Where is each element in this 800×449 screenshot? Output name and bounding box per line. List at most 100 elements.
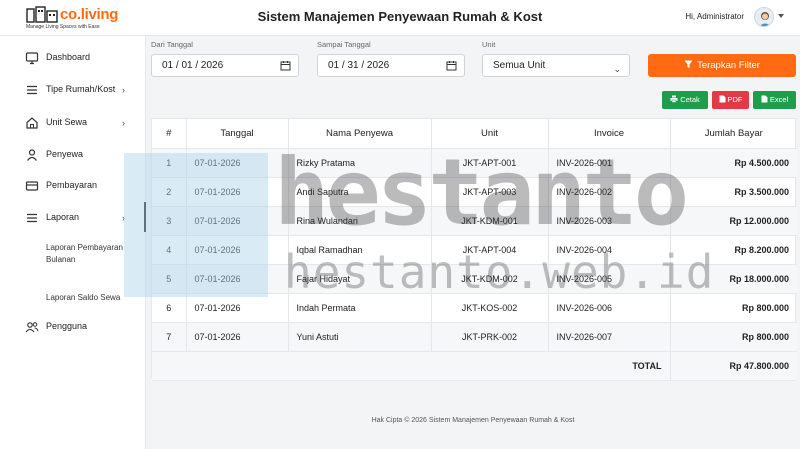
column-header-no: # xyxy=(152,119,187,149)
column-header-tenant: Nama Penyewa xyxy=(288,119,432,149)
cell-amount: Rp 800.000 xyxy=(670,322,797,352)
column-header-invoice: Invoice xyxy=(548,119,671,149)
calendar-icon[interactable] xyxy=(280,60,291,71)
unit-select-value: Semua Unit xyxy=(493,60,546,71)
sidebar: Dashboard Tipe Rumah/Kost › Unit Sewa › … xyxy=(0,36,146,449)
cell-date: 07-01-2026 xyxy=(186,322,289,352)
cell-invoice: INV-2026-003 xyxy=(548,206,671,236)
cell-amount: Rp 800.000 xyxy=(670,293,797,323)
cell-no: 1 xyxy=(152,148,187,178)
cell-tenant: Fajar Hidayat xyxy=(288,264,432,294)
apply-filter-label: Terapkan Filter xyxy=(697,60,760,71)
user-icon xyxy=(27,149,37,161)
cell-unit: JKT-KOS-002 xyxy=(431,293,549,323)
cell-no: 2 xyxy=(152,177,187,207)
sidebar-item-pengguna[interactable]: Pengguna xyxy=(0,315,146,339)
table-header-row: # Tanggal Nama Penyewa Unit Invoice Juml… xyxy=(152,119,797,149)
from-date-value: 01 / 01 / 2026 xyxy=(162,60,224,71)
sidebar-item-label: Pembayaran xyxy=(46,180,98,190)
sidebar-item-label: Unit Sewa xyxy=(46,117,88,127)
pdf-button[interactable]: PDF xyxy=(712,91,749,109)
chevron-right-icon: › xyxy=(122,213,125,223)
table-total-row: TOTAL Rp 47.800.000 xyxy=(152,351,797,381)
print-button[interactable]: Cetak xyxy=(662,91,708,109)
active-indicator xyxy=(144,202,146,232)
cell-no: 4 xyxy=(152,235,187,265)
cell-date: 07-01-2026 xyxy=(186,293,289,323)
user-greeting: Hi, Administrator xyxy=(685,12,744,21)
page-title: Sistem Manajemen Penyewaan Rumah & Kost xyxy=(257,9,543,24)
cell-date: 07-01-2026 xyxy=(186,235,289,265)
sidebar-subitem-laporan-saldo[interactable]: Laporan Saldo Sewa xyxy=(46,292,120,304)
cell-tenant: Rizky Pratama xyxy=(288,148,432,178)
sidebar-item-label: Laporan xyxy=(46,212,80,222)
cell-unit: JKT-APT-001 xyxy=(431,148,549,178)
cell-amount: Rp 4.500.000 xyxy=(670,148,797,178)
calendar-icon[interactable] xyxy=(446,60,457,71)
chevron-right-icon: › xyxy=(122,85,125,95)
to-date-value: 01 / 31 / 2026 xyxy=(328,60,390,71)
table-row: 6 07-01-2026 Indah Permata JKT-KOS-002 I… xyxy=(152,293,797,323)
unit-select[interactable]: Semua Unit ⌄ xyxy=(482,54,630,77)
users-icon xyxy=(25,322,39,333)
sidebar-item-laporan[interactable]: Laporan › xyxy=(0,206,146,230)
cell-date: 07-01-2026 xyxy=(186,148,289,178)
credit-card-icon xyxy=(25,181,39,191)
cell-tenant: Iqbal Ramadhan xyxy=(288,235,432,265)
to-date-input[interactable]: 01 / 31 / 2026 xyxy=(317,54,465,77)
cell-invoice: INV-2026-006 xyxy=(548,293,671,323)
from-date-label: Dari Tanggal xyxy=(151,40,193,49)
excel-label: Excel xyxy=(769,95,789,104)
file-excel-icon xyxy=(761,95,768,103)
home-icon xyxy=(26,117,38,129)
cell-invoice: INV-2026-001 xyxy=(548,148,671,178)
cell-tenant: Rina Wulandari xyxy=(288,206,432,236)
cell-amount: Rp 3.500.000 xyxy=(670,177,797,207)
print-label: Cetak xyxy=(680,95,700,104)
monitor-icon xyxy=(25,52,39,65)
cell-no: 3 xyxy=(152,206,187,236)
cell-amount: Rp 8.200.000 xyxy=(670,235,797,265)
chevron-right-icon: › xyxy=(122,118,125,128)
from-date-input[interactable]: 01 / 01 / 2026 xyxy=(151,54,299,77)
cell-unit: JKT-APT-004 xyxy=(431,235,549,265)
sidebar-item-pembayaran[interactable]: Pembayaran xyxy=(0,174,146,198)
cell-tenant: Indah Permata xyxy=(288,293,432,323)
cell-invoice: INV-2026-007 xyxy=(548,322,671,352)
top-header: co.living Manage Living Spaces with Ease… xyxy=(0,0,800,36)
sidebar-item-penyewa[interactable]: Penyewa xyxy=(0,143,146,167)
sidebar-subitem-laporan-bulanan[interactable]: Laporan Pembayaran Bulanan xyxy=(46,242,126,266)
cell-amount: Rp 18.000.000 xyxy=(670,264,797,294)
table-row: 3 07-01-2026 Rina Wulandari JKT-KDM-001 … xyxy=(152,206,797,236)
cell-invoice: INV-2026-004 xyxy=(548,235,671,265)
excel-button[interactable]: Excel xyxy=(753,91,796,109)
cell-tenant: Andi Saputra xyxy=(288,177,432,207)
sidebar-item-dashboard[interactable]: Dashboard xyxy=(0,46,146,70)
cell-date: 07-01-2026 xyxy=(186,264,289,294)
apply-filter-button[interactable]: Terapkan Filter xyxy=(648,54,796,77)
list-icon xyxy=(27,213,37,223)
file-pdf-icon xyxy=(719,95,725,103)
cell-no: 5 xyxy=(152,264,187,294)
cell-unit: JKT-KDM-002 xyxy=(431,264,549,294)
sidebar-item-label: Dashboard xyxy=(46,52,91,62)
table-row: 5 07-01-2026 Fajar Hidayat JKT-KDM-002 I… xyxy=(152,264,797,294)
cell-tenant: Yuni Astuti xyxy=(288,322,432,352)
cell-unit: JKT-PRK-002 xyxy=(431,322,549,352)
table-row: 2 07-01-2026 Andi Saputra JKT-APT-003 IN… xyxy=(152,177,797,207)
cell-invoice: INV-2026-002 xyxy=(548,177,671,207)
sidebar-item-unit-sewa[interactable]: Unit Sewa › xyxy=(0,111,146,135)
table-row: 4 07-01-2026 Iqbal Ramadhan JKT-APT-004 … xyxy=(152,235,797,265)
payments-table: # Tanggal Nama Penyewa Unit Invoice Juml… xyxy=(151,118,797,381)
cell-unit: JKT-APT-003 xyxy=(431,177,549,207)
column-header-date: Tanggal xyxy=(186,119,289,149)
footer-copyright: Hak Cipta © 2026 Sistem Manajemen Penyew… xyxy=(371,417,575,424)
user-menu-caret-icon[interactable] xyxy=(778,14,784,18)
cell-no: 6 xyxy=(152,293,187,323)
total-value: Rp 47.800.000 xyxy=(670,351,797,381)
unit-label: Unit xyxy=(482,40,496,49)
avatar[interactable] xyxy=(754,7,774,27)
cell-amount: Rp 12.000.000 xyxy=(670,206,797,236)
sidebar-item-tipe-rumah[interactable]: Tipe Rumah/Kost › xyxy=(0,78,146,102)
chevron-down-icon: ⌄ xyxy=(613,64,621,74)
